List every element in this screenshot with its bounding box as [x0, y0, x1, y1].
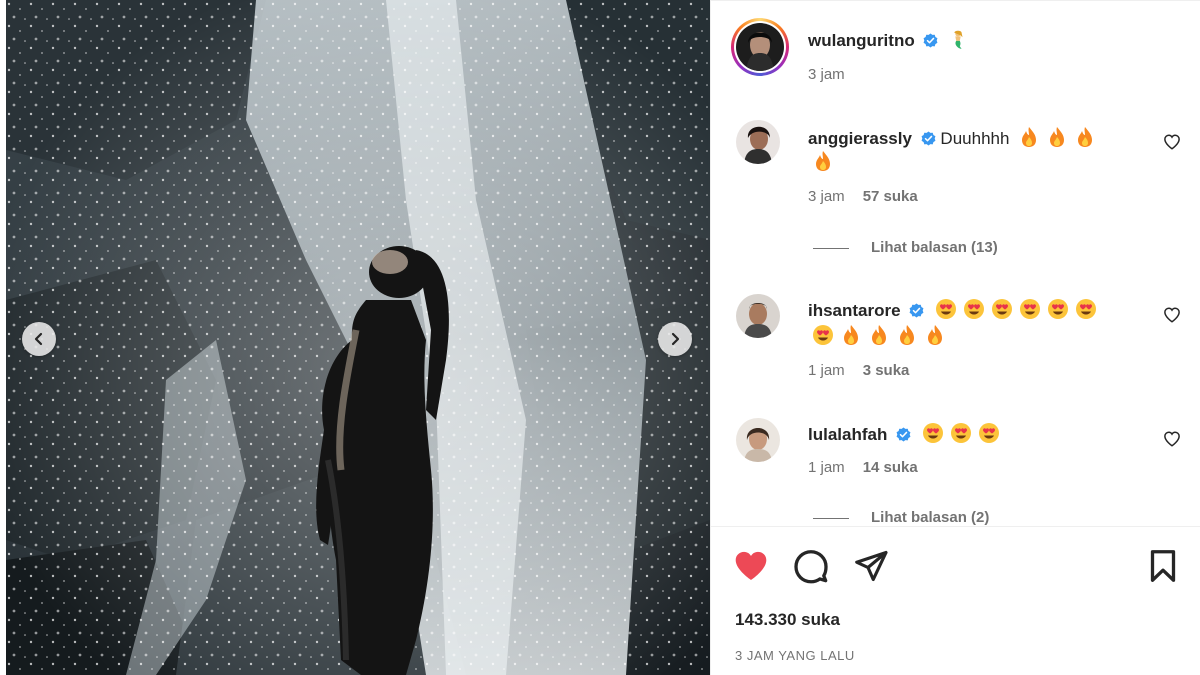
- mermaid-emoji-icon: [954, 30, 963, 49]
- share-button[interactable]: [853, 548, 889, 584]
- fire-emoji-icon: [816, 151, 830, 171]
- heart-eyes-emoji-icon: [922, 423, 943, 443]
- comment-like-heart-icon[interactable]: [1163, 430, 1181, 448]
- fire-emoji-icon: [872, 325, 886, 345]
- heart-eyes-emoji-icon: [950, 423, 971, 443]
- comment-author-text[interactable]: ihsantarore: [808, 301, 901, 320]
- view-replies-label[interactable]: Lihat balasan (2): [871, 509, 989, 525]
- comment-like-heart-icon[interactable]: [1163, 306, 1181, 324]
- comment-author-text[interactable]: lulalahfah: [808, 425, 887, 444]
- commenter-avatar[interactable]: [736, 418, 780, 462]
- heart-eyes-emoji-icon: [1048, 299, 1069, 319]
- heart-eyes-emoji-icon: [1020, 299, 1041, 319]
- chevron-left-icon: [34, 332, 43, 346]
- heart-eyes-emoji-icon: [992, 299, 1013, 319]
- heart-icon: [735, 551, 767, 580]
- owner-avatar-frame: [734, 21, 786, 73]
- heart-eyes-emoji-icon: [964, 299, 985, 319]
- comment-meta: 3 jam 57 suka: [808, 188, 918, 205]
- comment-emoji-row: [922, 423, 1006, 444]
- carousel-next-button[interactable]: [658, 322, 692, 356]
- verified-badge-icon: [896, 427, 911, 442]
- view-replies-button[interactable]: Lihat balasan (13): [813, 239, 998, 256]
- comment-likes[interactable]: 14 suka: [863, 459, 918, 476]
- save-button[interactable]: [1145, 548, 1181, 584]
- owner-post-time: 3 jam: [808, 66, 845, 83]
- waterfall-photo: [6, 0, 710, 675]
- owner-avatar-image: [736, 23, 784, 71]
- comment-author[interactable]: anggierassly Duuhhhh: [808, 126, 1102, 149]
- comment-text: Duuhhhh: [940, 129, 1010, 148]
- comment-like-heart-icon[interactable]: [1163, 133, 1181, 151]
- view-replies-button[interactable]: Lihat balasan (2): [813, 509, 989, 525]
- comment-time: 1 jam: [808, 459, 845, 476]
- commenter-avatar[interactable]: [736, 294, 780, 338]
- replies-divider: [813, 517, 849, 519]
- instagram-post: wulanguritno 3 jam anggierassly Duuhhhh …: [0, 0, 1200, 675]
- share-icon: [855, 550, 888, 582]
- comment-author-text[interactable]: anggierassly: [808, 129, 912, 148]
- heart-eyes-emoji-icon: [936, 299, 957, 319]
- comment-emoji-row: [1018, 127, 1102, 148]
- carousel-prev-button[interactable]: [22, 322, 56, 356]
- comment-time: 1 jam: [808, 362, 845, 379]
- like-button[interactable]: [733, 548, 769, 584]
- actions-divider: [711, 526, 1200, 527]
- comment-time: 3 jam: [808, 188, 845, 205]
- post-timestamp: 3 JAM YANG LALU: [735, 648, 855, 663]
- view-replies-label[interactable]: Lihat balasan (13): [871, 239, 998, 256]
- heart-eyes-emoji-icon: [978, 423, 999, 443]
- chevron-right-icon: [671, 332, 680, 346]
- fire-emoji-icon: [928, 325, 942, 345]
- fire-emoji-icon: [844, 325, 858, 345]
- comment-button[interactable]: [793, 548, 829, 584]
- comment-likes[interactable]: 57 suka: [863, 188, 918, 205]
- comment-author[interactable]: ihsantarore: [808, 298, 1103, 321]
- comment-icon: [794, 550, 828, 584]
- comment-emoji-row: [812, 150, 840, 173]
- fire-emoji-icon: [900, 325, 914, 345]
- comment-emoji-row: [935, 299, 1103, 320]
- heart-eyes-emoji-icon: [813, 325, 833, 345]
- fire-emoji-icon: [1078, 127, 1093, 147]
- verified-badge-icon: [924, 33, 938, 48]
- commenter-avatar[interactable]: [736, 120, 780, 164]
- comment-meta: 1 jam 14 suka: [808, 459, 918, 476]
- verified-badge-icon: [921, 131, 936, 146]
- replies-divider: [813, 247, 849, 249]
- bookmark-icon: [1150, 550, 1176, 582]
- comment-author[interactable]: lulalahfah: [808, 422, 1006, 445]
- owner-avatar[interactable]: [731, 18, 789, 76]
- post-likes-count[interactable]: 143.330 suka: [735, 610, 840, 630]
- owner-username-text[interactable]: wulanguritno: [808, 31, 915, 50]
- owner-username[interactable]: wulanguritno: [808, 30, 967, 51]
- comment-meta: 1 jam 3 suka: [808, 362, 909, 379]
- divider: [711, 0, 1200, 1]
- comment-likes[interactable]: 3 suka: [863, 362, 910, 379]
- fire-emoji-icon: [1022, 127, 1037, 147]
- comment-emoji-row: [812, 324, 952, 347]
- post-sidebar: wulanguritno 3 jam anggierassly Duuhhhh …: [710, 0, 1200, 675]
- heart-eyes-emoji-icon: [1076, 299, 1097, 319]
- fire-emoji-icon: [1050, 127, 1065, 147]
- verified-badge-icon: [909, 303, 924, 318]
- comments-list[interactable]: anggierassly Duuhhhh 3 jam 57 suka Lihat…: [711, 100, 1200, 525]
- post-photo[interactable]: [6, 0, 710, 675]
